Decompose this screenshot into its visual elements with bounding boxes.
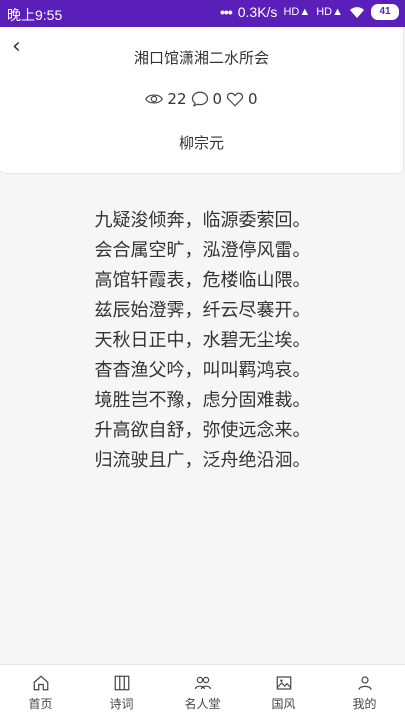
poem-line: 境胜岂不豫，虑分固难裁。 bbox=[94, 390, 311, 411]
notification-dots: ••• bbox=[220, 4, 233, 20]
network-speed: 0.3K/s bbox=[237, 4, 278, 20]
tab-home[interactable]: 首页 bbox=[0, 665, 81, 721]
wifi-icon bbox=[350, 6, 364, 18]
eye-icon bbox=[145, 94, 164, 104]
people-icon bbox=[194, 676, 211, 690]
poem-author[interactable]: 柳宗元 bbox=[0, 132, 403, 153]
tab-mine[interactable]: 我的 bbox=[324, 665, 405, 721]
tab-label: 名人堂 bbox=[184, 697, 221, 711]
comments-count: 0 bbox=[212, 90, 223, 108]
image-icon bbox=[276, 676, 291, 690]
poem-line: 天秋日正中，水碧无尘埃。 bbox=[94, 330, 311, 351]
tab-guofeng[interactable]: 国风 bbox=[243, 665, 324, 721]
poem-stats: 22 0 0 bbox=[0, 90, 403, 108]
status-icons: ••• 0.3K/s HD▲ HD▲ 41 bbox=[220, 4, 399, 20]
book-icon bbox=[114, 675, 129, 691]
signal-icon-2: HD▲ bbox=[316, 6, 343, 18]
tab-label: 诗词 bbox=[109, 697, 134, 711]
poem-line: 兹辰始澄霁，纤云尽褰开。 bbox=[94, 300, 311, 321]
signal-icon-1: HD▲ bbox=[283, 6, 311, 18]
tab-label: 我的 bbox=[352, 697, 377, 711]
tab-label: 国风 bbox=[271, 697, 296, 711]
home-icon bbox=[33, 675, 48, 691]
poem-line: 会合属空旷，泓澄停风雷。 bbox=[94, 240, 311, 261]
views-count: 22 bbox=[167, 90, 187, 108]
poem-line: 升高欲自舒，弥使远念来。 bbox=[94, 420, 311, 441]
battery-icon: 41 bbox=[371, 4, 399, 20]
likes-count: 0 bbox=[248, 90, 258, 108]
tab-label: 首页 bbox=[28, 697, 53, 711]
poem-line: 高馆轩霞表，危楼临山隈。 bbox=[94, 270, 311, 291]
poem-title: 湘口馆潇湘二水所会 bbox=[133, 49, 269, 67]
tab-hall-of-fame[interactable]: 名人堂 bbox=[162, 665, 243, 721]
bottom-tab-bar: 首页 诗词 名人堂 国风 我的 bbox=[0, 664, 405, 721]
poem-line: 九疑浚倾奔，临源委萦回。 bbox=[94, 210, 311, 231]
comment-icon[interactable] bbox=[191, 90, 209, 108]
status-time: 晚上9:55 bbox=[7, 7, 63, 23]
poem-line: 归流驶且广，泛舟绝沿洄。 bbox=[94, 450, 311, 471]
person-icon bbox=[357, 676, 372, 690]
heart-icon[interactable] bbox=[226, 90, 244, 108]
status-bar: 晚上9:55 ••• 0.3K/s HD▲ HD▲ 41 bbox=[0, 0, 405, 27]
poem-header: ‹ 湘口馆潇湘二水所会 22 0 0 柳宗元 bbox=[0, 27, 404, 174]
poem-line: 杳杳渔父吟，叫叫羁鸿哀。 bbox=[94, 360, 311, 381]
poem-body: 九疑浚倾奔，临源委萦回。 会合属空旷，泓澄停风雷。 高馆轩霞表，危楼临山隈。 兹… bbox=[0, 206, 405, 476]
tab-poems[interactable]: 诗词 bbox=[81, 665, 162, 721]
